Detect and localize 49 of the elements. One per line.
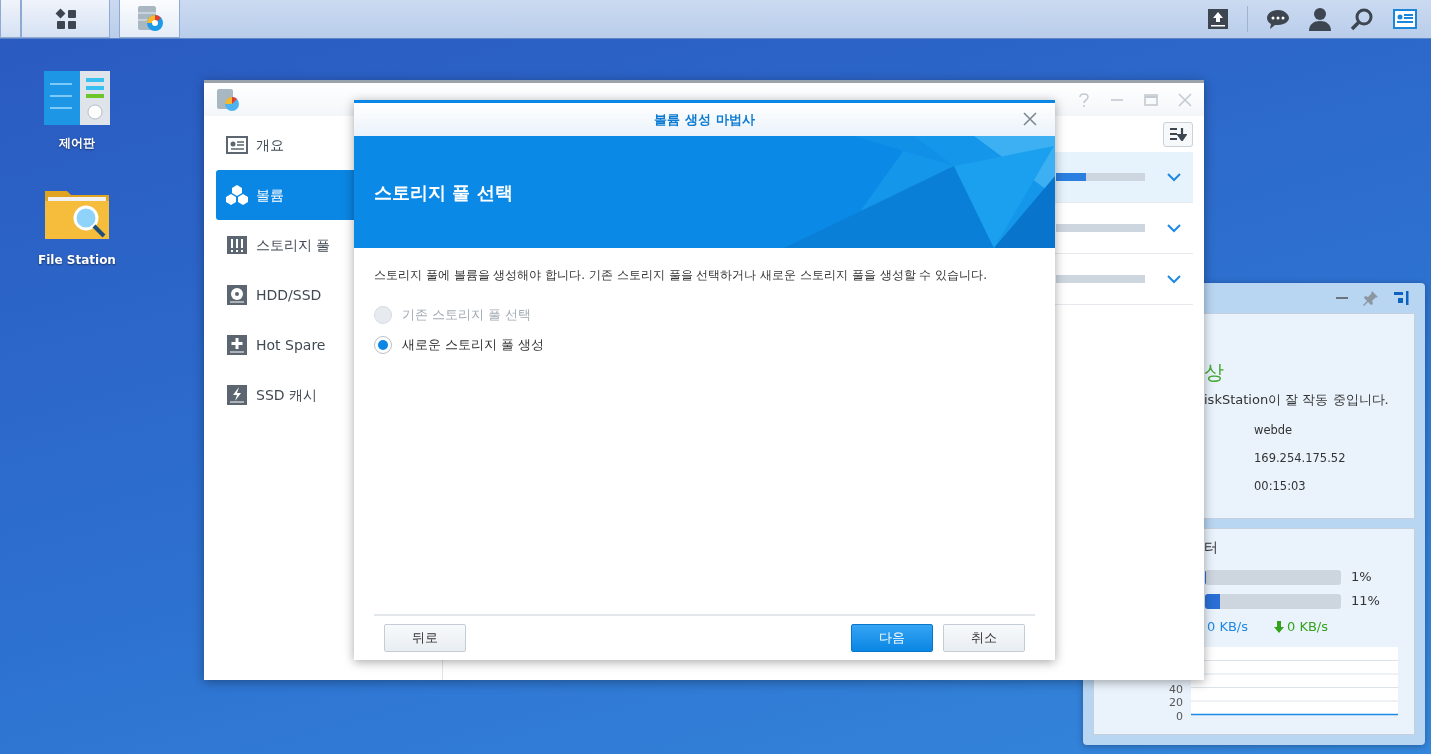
chevron-down-icon[interactable] <box>1167 274 1181 284</box>
panel-icon[interactable] <box>1393 290 1409 306</box>
pool-icon <box>226 234 248 256</box>
download-speed: 0 KB/s <box>1287 618 1328 637</box>
info-value: 169.254.175.52 <box>1254 450 1347 467</box>
axis-label: 0 <box>1176 709 1183 723</box>
storage-chart-icon <box>216 87 240 112</box>
upload-icon[interactable] <box>1207 8 1229 30</box>
sort-icon <box>1169 127 1187 141</box>
dialog-button[interactable]: 취소 <box>943 624 1025 652</box>
axis-label: 20 <box>1169 696 1183 710</box>
axis-label: 40 <box>1169 682 1183 696</box>
hotspare-icon <box>226 334 248 356</box>
sidebar-item[interactable]: 개요 <box>216 120 456 170</box>
storage-app-button[interactable] <box>119 0 180 38</box>
radio-option: 기존 스토리지 풀 선택 <box>374 300 1035 330</box>
radio-option[interactable]: 새로운 스토리지 풀 생성 <box>374 330 1035 360</box>
user-icon[interactable] <box>1308 7 1332 31</box>
status-message: iskStation이 잘 작동 중입니다. <box>1204 391 1390 409</box>
control-panel-icon <box>44 70 110 126</box>
overview-icon <box>226 134 248 156</box>
icon-label[interactable]: File Station <box>38 251 116 269</box>
cache-icon <box>226 384 248 406</box>
down-arrow-icon <box>1274 621 1284 633</box>
meter-reading: 11% <box>1351 592 1380 611</box>
info-value: 00:15:03 <box>1254 478 1307 495</box>
meter-reading: 1% <box>1351 568 1372 587</box>
pin-icon[interactable] <box>1363 290 1379 306</box>
panel-title: 터 <box>1204 538 1219 557</box>
close-icon[interactable] <box>1023 112 1037 126</box>
icon-label[interactable]: 제어판 <box>59 134 95 152</box>
volume-icon <box>226 184 248 206</box>
grid-icon <box>54 7 77 30</box>
search-icon[interactable] <box>1350 7 1374 31</box>
description-text: 스토리지 풀에 볼륨을 생성해야 합니다. 기존 스토리지 풀을 선택하거나 새로운 스토리지 풀을 생성할 수 있습니다. <box>374 267 989 284</box>
sidebar-item[interactable]: 스토리지 풀 <box>216 220 456 270</box>
upload-speed: 0 KB/s <box>1207 618 1248 637</box>
sidebar-item[interactable]: SSD 캐시 <box>216 370 456 420</box>
widget-icon[interactable] <box>1392 8 1418 30</box>
chevron-down-icon[interactable] <box>1167 172 1181 182</box>
chevron-down-icon[interactable] <box>1167 223 1181 233</box>
dialog-title: 볼륨 생성 마법사 <box>654 110 755 129</box>
sort-button[interactable] <box>1163 121 1193 147</box>
chat-icon[interactable] <box>1266 8 1290 30</box>
taskbar-button[interactable] <box>0 0 21 38</box>
info-value: webde <box>1254 422 1294 439</box>
dialog-button[interactable]: 뒤로 <box>384 624 466 652</box>
status-text: 상 <box>1204 360 1225 384</box>
main-menu-button[interactable] <box>21 0 110 38</box>
